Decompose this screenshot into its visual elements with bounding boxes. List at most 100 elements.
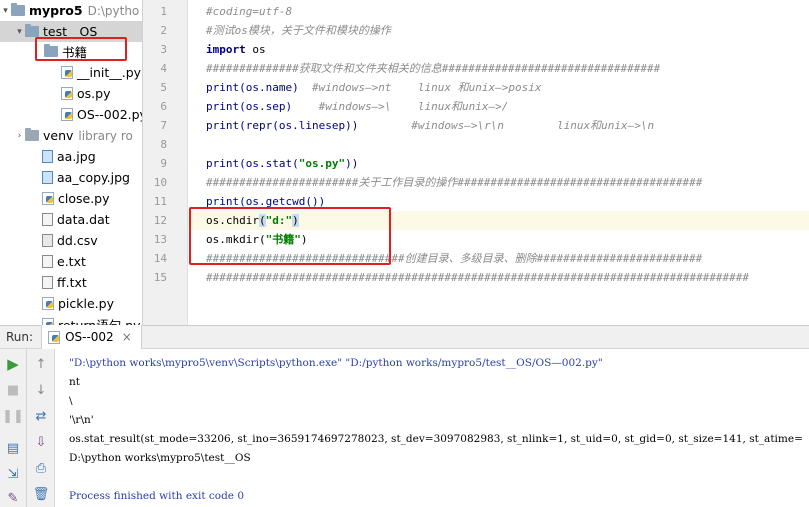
code-text: )) [345, 157, 359, 170]
tree-file[interactable]: aa.jpg [0, 146, 142, 167]
line-number: 8 [160, 138, 167, 151]
line-number: 10 [153, 176, 167, 189]
tree-file[interactable]: os.py [0, 83, 142, 104]
line-number: 9 [160, 157, 167, 170]
file-name: aa.jpg [57, 149, 96, 164]
run-label: Run: [6, 330, 34, 344]
console-line: nt [69, 376, 80, 388]
python-file-icon [42, 297, 54, 310]
tree-file[interactable]: pickle.py [0, 293, 142, 314]
file-name: close.py [58, 191, 110, 206]
venv-hint: library ro [78, 128, 133, 143]
code-line: print(os.sep) #windows—>\ linux和unix—>/ [188, 97, 809, 116]
line-number: 1 [160, 5, 167, 18]
pause-icon[interactable]: ❚❚ [2, 407, 24, 425]
python-file-icon [61, 87, 73, 100]
scroll-to-end-icon[interactable]: ⇩ [32, 433, 50, 451]
code-comment: #测试os模块，关于文件和模块的操作 [206, 24, 391, 37]
trash-icon[interactable]: 🗑 [32, 485, 50, 503]
code-comment: #windows—>\ linux和unix—>/ [292, 100, 509, 113]
code-text: os.chdir [206, 214, 259, 227]
folder-name: test__OS [43, 24, 98, 39]
tree-file[interactable]: return语句.py [0, 314, 142, 325]
line-number-gutter: 1 2 3 4 5 6 7 8 9 10 11 12 13 14 15 [143, 0, 197, 325]
tree-file[interactable]: close.py [0, 188, 142, 209]
code-line: #测试os模块，关于文件和模块的操作 [188, 21, 809, 40]
line-number: 13 [153, 233, 167, 246]
rerun-icon[interactable]: ▶ [4, 355, 22, 373]
code-line: print(repr(os.linesep)) #windows—>\r\n l… [188, 116, 809, 135]
csv-file-icon [42, 234, 53, 247]
console-exit-line: Process finished with exit code 0 [69, 490, 245, 502]
scroll-up-icon[interactable]: ↑ [32, 355, 50, 373]
console-line: os.stat_result(st_mode=33206, st_ino=365… [69, 433, 803, 445]
python-file-icon [61, 66, 73, 79]
code-editor[interactable]: #coding=utf-8 #测试os模块，关于文件和模块的操作 import … [188, 0, 809, 325]
code-comment: #coding=utf-8 [206, 5, 293, 18]
tree-root[interactable]: ▾ mypro5 D:\pytho [0, 0, 142, 21]
code-line: import os [188, 40, 809, 59]
code-text: ) [300, 233, 308, 246]
run-tool-window-header: Run: OS--002 × [0, 325, 809, 349]
layout-icon[interactable]: ▤ [4, 439, 22, 457]
project-tree: ▾ mypro5 D:\pytho ▾ test__OS 书籍 __init__… [0, 0, 143, 325]
code-line-current: os.chdir("d:") [188, 211, 809, 230]
code-string: "d:" [265, 214, 293, 227]
line-number: 3 [160, 43, 167, 56]
pin-icon[interactable]: ⇲ [4, 465, 22, 483]
code-text: print(os.getcwd()) [206, 195, 326, 208]
tree-folder-test-os[interactable]: ▾ test__OS [0, 21, 142, 42]
code-string: "os.py" [298, 157, 346, 170]
python-file-icon [61, 108, 73, 121]
tree-folder-venv[interactable]: › venv library ro [0, 125, 142, 146]
tree-subfolder-books[interactable]: 书籍 [0, 41, 142, 62]
code-text: os [245, 43, 266, 56]
tree-file[interactable]: dd.csv [0, 230, 142, 251]
line-number: 12 [153, 214, 167, 227]
chevron-right-icon[interactable]: › [14, 131, 25, 141]
code-string: "书籍" [265, 233, 301, 246]
code-line: ##############获取文件和文件夹相关的信息#############… [188, 59, 809, 78]
tree-file[interactable]: aa_copy.jpg [0, 167, 142, 188]
folder-name: venv [43, 128, 74, 143]
code-text: print(os.sep) [206, 100, 293, 113]
soft-wrap-icon[interactable]: ⇄ [32, 407, 50, 425]
folder-icon [44, 44, 58, 57]
tree-file[interactable]: data.dat [0, 209, 142, 230]
code-keyword: import [206, 43, 246, 56]
file-name: aa_copy.jpg [57, 170, 130, 185]
line-number: 11 [153, 195, 167, 208]
run-toolbar-left: ▶ ■ ❚❚ ▤ ⇲ ✎ [0, 349, 27, 507]
stop-icon[interactable]: ■ [4, 381, 22, 399]
close-icon[interactable]: × [122, 330, 132, 344]
chevron-down-icon[interactable]: ▾ [0, 6, 11, 16]
folder-icon [25, 24, 39, 37]
print-icon[interactable]: ⎙ [32, 459, 50, 477]
code-comment: #windows—>nt linux 和unix—>posix [298, 81, 542, 94]
tree-file[interactable]: __init__.py [0, 62, 142, 83]
chevron-down-icon[interactable]: ▾ [14, 27, 25, 37]
run-console[interactable]: "D:\python works\mypro5\venv\Scripts\pyt… [55, 349, 809, 507]
image-file-icon [42, 150, 53, 163]
code-text: os.mkdir( [206, 233, 266, 246]
file-name: return语句.py [58, 315, 141, 325]
run-tab[interactable]: OS--002 × [41, 325, 142, 349]
tree-file[interactable]: OS--002.py [0, 104, 142, 125]
subfolder-name: 书籍 [62, 45, 88, 60]
tree-file[interactable]: ff.txt [0, 272, 142, 293]
tree-file[interactable]: e.txt [0, 251, 142, 272]
file-name: pickle.py [58, 296, 114, 311]
settings-icon[interactable]: ✎ [4, 489, 22, 507]
file-name: dd.csv [57, 233, 98, 248]
file-name: e.txt [57, 254, 86, 269]
python-file-icon [42, 192, 54, 205]
code-comment: ##############获取文件和文件夹相关的信息#############… [206, 62, 661, 75]
python-file-icon [48, 330, 61, 344]
code-line: print(os.stat("os.py")) [188, 154, 809, 173]
scroll-down-icon[interactable]: ↓ [32, 381, 50, 399]
code-text: print(os.stat( [206, 157, 299, 170]
code-line: os.mkdir("书籍") [188, 230, 809, 249]
file-name: __init__.py [77, 65, 142, 80]
console-line: "D:\python works\mypro5\venv\Scripts\pyt… [69, 357, 603, 369]
text-file-icon [42, 276, 53, 289]
